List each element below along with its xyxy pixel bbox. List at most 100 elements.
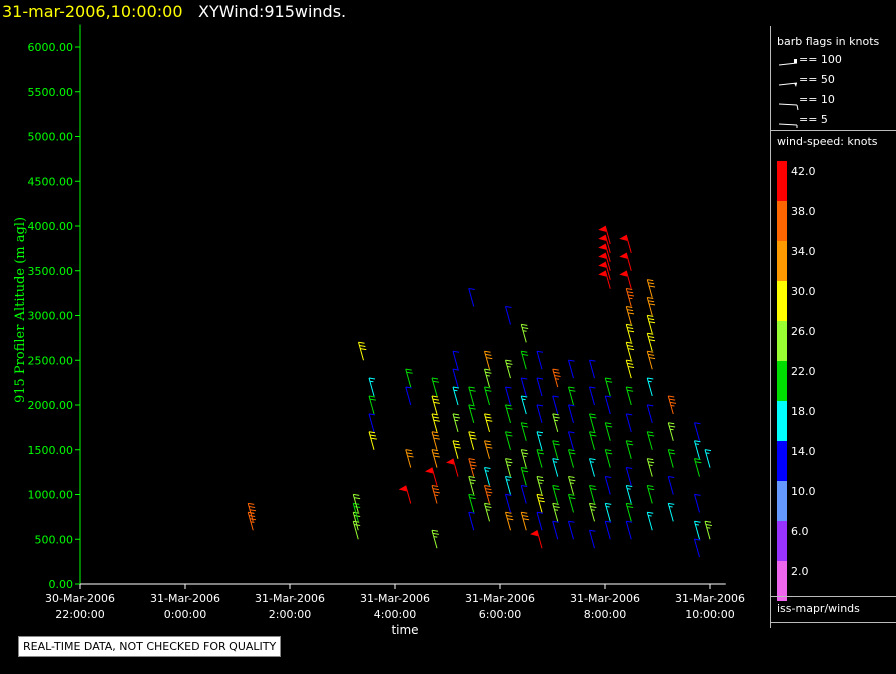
barb-staff (646, 458, 653, 477)
barb-tick (406, 452, 413, 455)
wind-barb (589, 484, 597, 504)
barb-staff (694, 539, 700, 558)
barb-staff (589, 458, 595, 477)
barb-staff (625, 413, 632, 432)
barb-staff (536, 512, 543, 531)
barb-tick (431, 431, 439, 434)
barb-staff (568, 431, 574, 450)
barb-tick (647, 377, 654, 380)
barb-staff (625, 234, 632, 253)
barb-staff (568, 494, 574, 513)
wind-barb (694, 458, 702, 477)
barb-flag (530, 530, 538, 537)
barb-tick (431, 413, 439, 416)
wind-barb (552, 368, 561, 388)
barb-tick (470, 437, 477, 440)
barb-tick (407, 455, 414, 458)
barb-staff (589, 431, 595, 450)
wind-barb (520, 467, 529, 486)
barb-legend-title: barb flags in knots (777, 35, 880, 48)
barb-tick (485, 371, 492, 374)
speed-color-swatch (777, 161, 787, 201)
barb-tick (552, 458, 559, 461)
barb-staff (552, 413, 559, 432)
barb-staff (646, 333, 653, 352)
wind-barb (667, 395, 677, 415)
barb-staff (520, 377, 527, 397)
barb-staff (431, 413, 438, 432)
wind-barb (646, 511, 654, 531)
barb-staff (452, 386, 459, 406)
wind-barb (568, 386, 576, 406)
barb-tick (522, 518, 530, 521)
barb-staff (604, 521, 611, 540)
barb-tick (470, 464, 477, 467)
y-tick-label: 6000.00 (28, 41, 74, 54)
barb-tick (468, 431, 475, 434)
barb-half-tick (486, 375, 490, 377)
barb-tick (626, 520, 633, 523)
speed-scale-label: 2.0 (791, 565, 809, 578)
barb-tick (484, 484, 491, 487)
data-source-label: iss-mapr/winds (777, 602, 860, 615)
barb-tick (669, 452, 676, 455)
wind-barb (646, 332, 656, 352)
wind-barb (425, 467, 438, 486)
barb-half-tick (648, 464, 653, 466)
barb-tick (627, 312, 635, 315)
barb-tick (568, 476, 575, 478)
wind-barb (646, 404, 654, 424)
y-tick-label: 4000.00 (28, 220, 74, 233)
barb-tick (505, 511, 512, 514)
barb-staff (452, 413, 459, 432)
barb-staff (431, 377, 438, 397)
barb-tick (505, 458, 512, 461)
barb-half-tick (522, 330, 527, 332)
barb-half-tick (485, 470, 489, 472)
barb-staff (646, 279, 653, 298)
speed-color-swatch (777, 401, 787, 441)
wind-barb (625, 520, 633, 540)
barb-staff (505, 386, 511, 406)
wind-barb (589, 502, 597, 522)
barb-tick (568, 449, 575, 452)
wind-barb (520, 377, 528, 397)
wind-barb (484, 502, 492, 522)
barb-staff (646, 297, 653, 316)
barb-half-tick (705, 452, 710, 454)
wind-barb (484, 350, 493, 370)
wind-barb (625, 386, 634, 406)
barb-tick (626, 341, 633, 344)
wind-barb (505, 476, 512, 495)
speed-scale-label: 10.0 (791, 485, 816, 498)
wind-barb (505, 458, 513, 477)
barb-tick (627, 294, 635, 297)
barb-staff (552, 521, 559, 540)
barb-tick (537, 497, 544, 500)
wind-barb (431, 529, 439, 549)
barb-tick (431, 377, 439, 380)
barb-5-icon (778, 123, 798, 128)
speed-scale-label: 26.0 (791, 325, 816, 338)
barb-tick (505, 359, 512, 362)
barb-staff (468, 494, 475, 513)
barb-tick (590, 416, 597, 419)
speed-color-swatch (777, 321, 787, 361)
barb-staff (646, 315, 653, 334)
speed-color-swatch (777, 241, 787, 281)
wind-barb (646, 297, 656, 316)
barb-staff (604, 225, 611, 245)
barb-tick (469, 389, 476, 392)
barb-staff (520, 351, 527, 370)
barb-staff (247, 512, 254, 531)
wind-barb (552, 502, 560, 522)
wind-barb (589, 413, 597, 432)
wind-barb (667, 449, 676, 468)
barb-tick (648, 303, 656, 306)
barb-half-tick (553, 461, 558, 463)
wind-barb (468, 493, 476, 513)
barb-flag (598, 270, 607, 277)
speed-scale-label: 38.0 (791, 205, 816, 218)
wind-barb (520, 323, 529, 343)
barb-tick (536, 350, 544, 353)
